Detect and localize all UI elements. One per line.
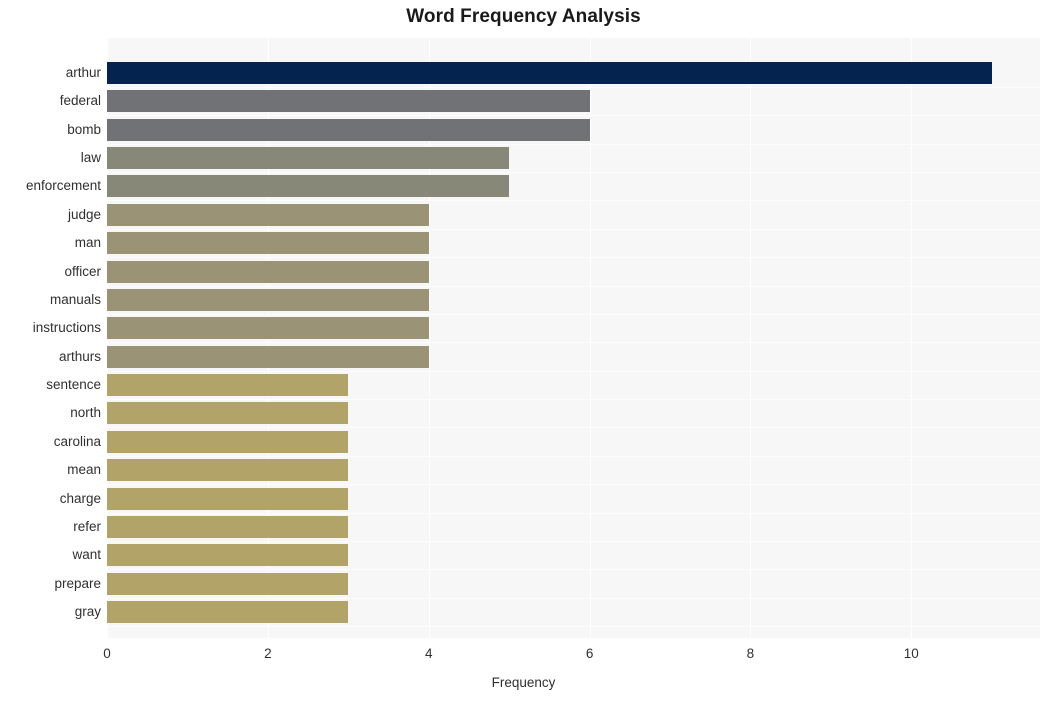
bar[interactable] <box>107 118 590 141</box>
x-axis-tick-labels: 0 2 4 6 8 10 <box>0 646 1047 666</box>
y-axis-label: charge <box>59 490 101 506</box>
y-axis-label: instructions <box>32 320 101 336</box>
x-axis-tick-label: 8 <box>746 646 755 661</box>
y-axis-label: law <box>80 150 101 166</box>
x-axis-tick-label: 4 <box>424 646 433 661</box>
bar[interactable] <box>107 402 349 425</box>
y-axis-label: arthurs <box>58 348 101 364</box>
bar[interactable] <box>107 487 349 510</box>
x-axis-tick-label: 2 <box>264 646 272 661</box>
word-frequency-chart: Word Frequency Analysis arthur federal bom… <box>0 0 1047 701</box>
bar[interactable] <box>107 430 349 453</box>
x-axis-tick-label: 0 <box>103 646 111 661</box>
plot-area <box>107 38 1040 638</box>
bar[interactable] <box>107 601 349 623</box>
x-axis-tick-label: 10 <box>903 646 919 661</box>
bar[interactable] <box>107 515 349 538</box>
y-axis-label: arthur <box>65 65 101 80</box>
y-axis-category-labels: arthur federal bomb law enforcement judge man o… <box>0 38 101 638</box>
bar[interactable] <box>107 175 510 198</box>
y-axis-label: man <box>74 235 101 251</box>
bar[interactable] <box>107 203 429 226</box>
y-axis-label: north <box>70 405 101 421</box>
bar[interactable] <box>107 345 429 368</box>
y-axis-label: prepare <box>54 575 101 591</box>
chart-title: Word Frequency Analysis <box>406 6 641 27</box>
y-axis-label: enforcement <box>25 178 101 194</box>
x-axis-tick-label: 6 <box>585 646 594 661</box>
y-axis-label: officer <box>64 263 101 279</box>
y-axis-label: bomb <box>67 121 101 137</box>
bar[interactable] <box>107 62 992 84</box>
y-axis-label: carolina <box>53 433 101 449</box>
bar[interactable] <box>107 572 349 595</box>
y-axis-label: gray <box>74 604 101 619</box>
bar[interactable] <box>107 90 590 113</box>
y-axis-label: sentence <box>46 377 101 393</box>
y-axis-label: manuals <box>49 291 101 307</box>
bar[interactable] <box>107 288 429 311</box>
bar[interactable] <box>107 147 510 170</box>
bar[interactable] <box>107 232 429 255</box>
bar[interactable] <box>107 544 349 567</box>
bar[interactable] <box>107 459 349 482</box>
y-axis-label: want <box>72 547 101 563</box>
x-axis-title: Frequency <box>491 675 556 690</box>
bars-layer <box>107 38 1040 638</box>
y-axis-label: federal <box>59 93 101 109</box>
y-axis-label: refer <box>73 518 101 534</box>
bar[interactable] <box>107 374 349 397</box>
bar[interactable] <box>107 317 429 340</box>
y-axis-label: mean <box>67 462 101 478</box>
bar[interactable] <box>107 260 429 283</box>
y-axis-label: judge <box>67 206 101 222</box>
